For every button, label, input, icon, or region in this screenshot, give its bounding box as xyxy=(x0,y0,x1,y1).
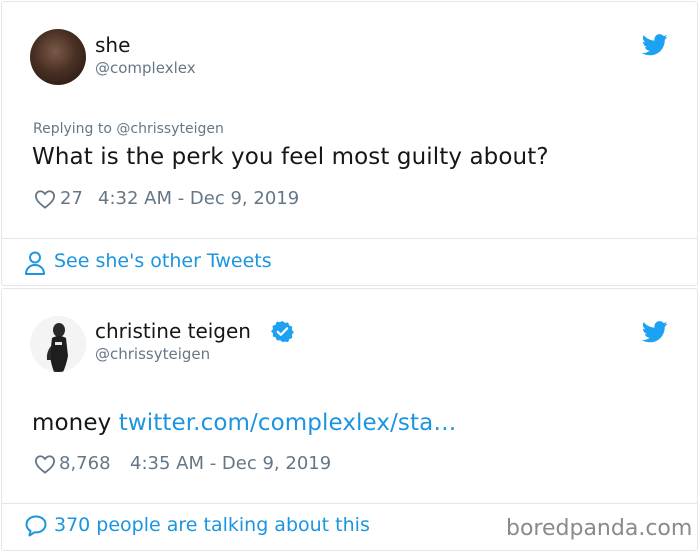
heart-icon[interactable] xyxy=(34,454,56,474)
person-icon xyxy=(25,251,45,275)
tweet-text-prefix: money xyxy=(32,410,119,436)
tweet-timestamp[interactable]: 4:32 AM - Dec 9, 2019 xyxy=(98,188,299,209)
verified-badge-icon xyxy=(271,320,294,343)
author-handle[interactable]: @chrissyteigen xyxy=(95,345,210,363)
twitter-bird-icon[interactable] xyxy=(642,321,668,343)
twitter-bird-icon[interactable] xyxy=(642,34,668,56)
tweet-timestamp[interactable]: 4:35 AM - Dec 9, 2019 xyxy=(130,453,331,474)
reply-context[interactable]: Replying to @chrissyteigen xyxy=(33,121,224,137)
tweet-link[interactable]: twitter.com/complexlex/sta… xyxy=(119,410,457,436)
tweet-text: money twitter.com/complexlex/sta… xyxy=(32,410,456,436)
avatar[interactable] xyxy=(30,316,86,372)
see-other-tweets-link[interactable]: See she's other Tweets xyxy=(54,250,272,272)
author-name[interactable]: she xyxy=(95,33,130,57)
tweet-text: What is the perk you feel most guilty ab… xyxy=(32,144,549,170)
author-name[interactable]: christine teigen xyxy=(95,319,251,343)
speech-bubble-icon xyxy=(25,515,47,537)
card-divider xyxy=(2,503,697,504)
watermark: boredpanda.com xyxy=(506,516,693,541)
author-handle[interactable]: @complexlex xyxy=(95,59,196,77)
conversation-link[interactable]: 370 people are talking about this xyxy=(54,514,370,536)
card-divider xyxy=(2,238,697,239)
avatar-photo xyxy=(30,316,86,372)
avatar[interactable] xyxy=(30,29,86,85)
like-count: 27 xyxy=(60,188,83,209)
like-count: 8,768 xyxy=(59,453,111,474)
heart-icon[interactable] xyxy=(34,189,56,209)
